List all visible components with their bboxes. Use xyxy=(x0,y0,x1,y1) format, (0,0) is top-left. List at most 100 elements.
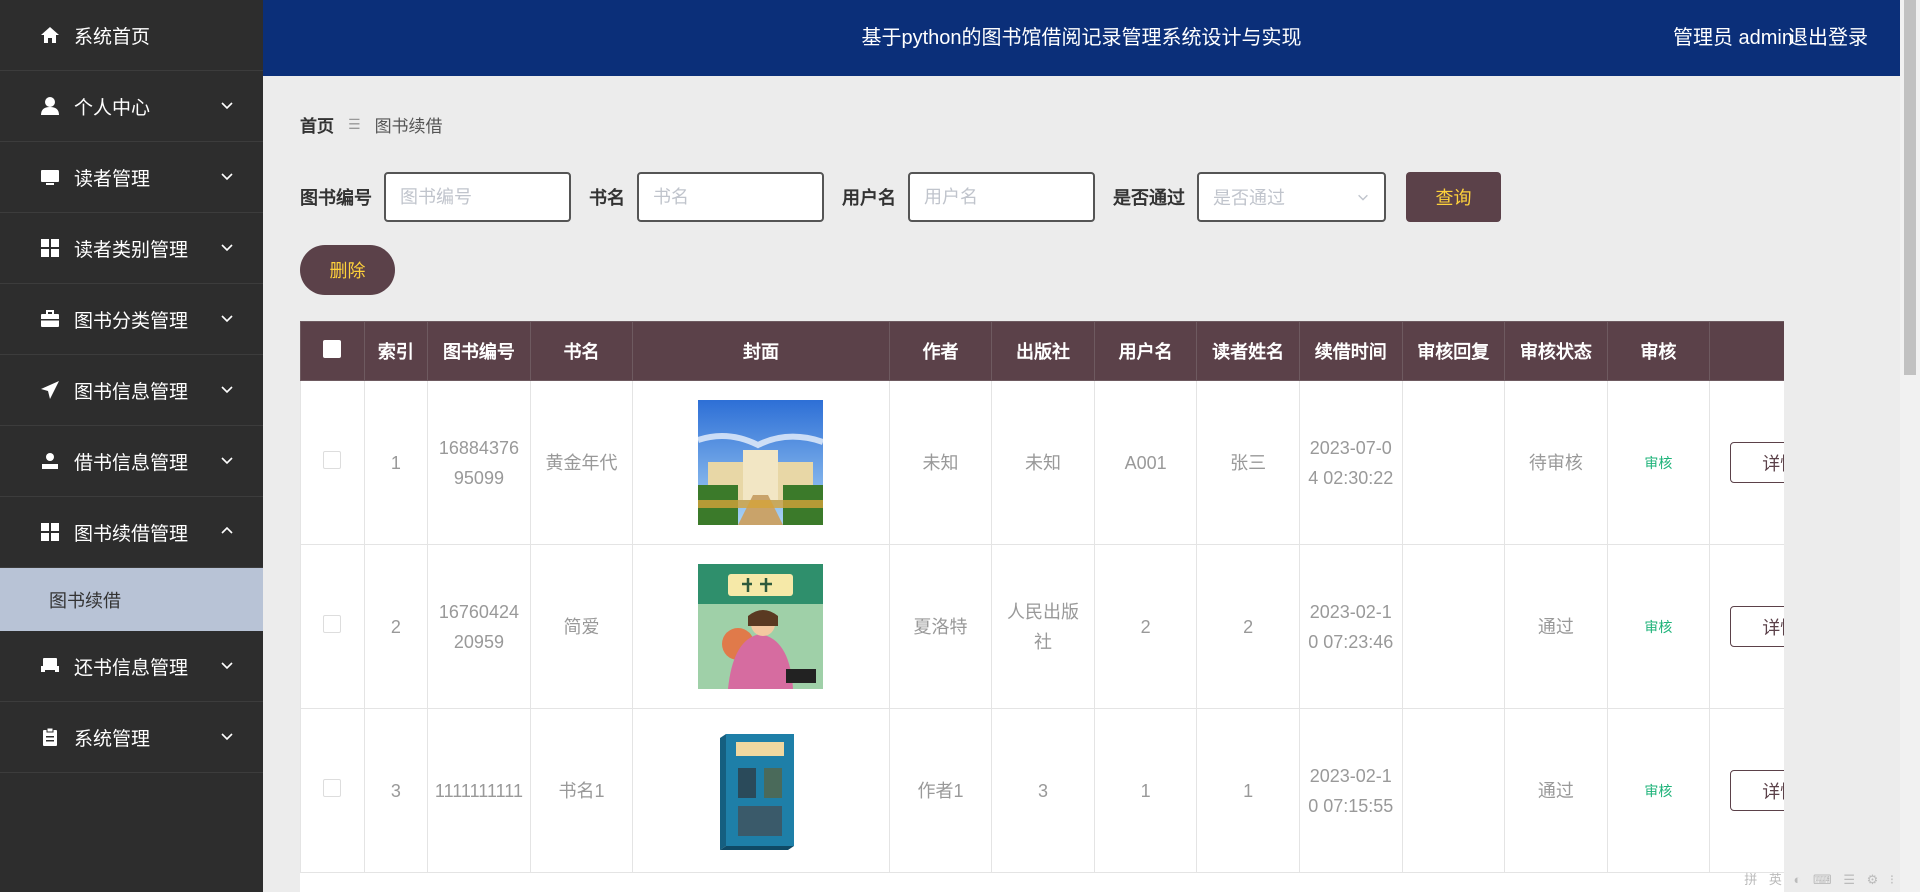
column-header: 作者 xyxy=(888,321,993,381)
monitor-icon xyxy=(40,167,60,187)
cell-reply xyxy=(1401,708,1506,873)
cell-author: 作者1 xyxy=(888,708,993,873)
cell-status: 待审核 xyxy=(1504,380,1608,545)
select-all-cell xyxy=(300,321,365,381)
sidebar-item-label: 系统首页 xyxy=(74,26,151,48)
breadcrumb-current: 图书续借 xyxy=(374,117,443,136)
cell-cover xyxy=(632,544,890,709)
scrollbar-thumb[interactable] xyxy=(1904,0,1916,375)
audit-link[interactable]: 审核 xyxy=(1644,619,1672,635)
detail-button[interactable]: 详情 xyxy=(1730,606,1784,647)
cell-book-name: 简爱 xyxy=(529,544,634,709)
book-cover-image xyxy=(698,728,824,853)
sidebar-item-personal[interactable]: 个人中心 xyxy=(0,71,263,142)
cell-reader-name: 张三 xyxy=(1196,380,1300,545)
column-header: 用户名 xyxy=(1093,321,1198,381)
passed-select-placeholder: 是否通过 xyxy=(1213,188,1285,208)
cell-status: 通过 xyxy=(1504,708,1608,873)
column-header: 读者姓名 xyxy=(1196,321,1300,381)
cell-index: 2 xyxy=(363,544,429,709)
cell-username: A001 xyxy=(1093,380,1198,545)
search-filters: 图书编号 书名 用户名 是否通过 是否通过 查询 xyxy=(300,172,1501,222)
user-icon xyxy=(40,96,60,116)
sidebar-item-renew-management[interactable]: 图书续借管理 xyxy=(0,497,263,568)
cell-renew-time: 2023-02-10 07:23:46 xyxy=(1298,544,1403,709)
logout-link[interactable]: 退出登录 xyxy=(1788,0,1868,76)
sidebar-item-return-info[interactable]: 还书信息管理 xyxy=(0,631,263,702)
sidebar-item-readers[interactable]: 读者管理 xyxy=(0,142,263,213)
chevron-up-icon xyxy=(221,526,233,534)
row-checkbox[interactable] xyxy=(323,450,342,469)
book-name-input[interactable] xyxy=(637,172,824,222)
sidebar-item-system[interactable]: 系统管理 xyxy=(0,702,263,773)
sidebar-item-reader-category[interactable]: 读者类别管理 xyxy=(0,213,263,284)
cell-cover xyxy=(632,380,890,545)
breadcrumb-home[interactable]: 首页 xyxy=(300,112,334,137)
chevron-down-icon xyxy=(221,102,233,110)
chevron-down-icon xyxy=(221,315,233,323)
column-header: 续借时间 xyxy=(1298,321,1403,381)
sidebar: 系统首页 个人中心 读者管理 读者类别管理 图书分类管理 图书信息管理 借书信息… xyxy=(0,0,263,892)
detail-button[interactable]: 详情 xyxy=(1730,770,1784,811)
column-header: 出版社 xyxy=(991,321,1095,381)
grid-icon xyxy=(40,522,60,542)
cell-reader-name: 1 xyxy=(1196,708,1300,873)
table-header-row: 索引 图书编号 书名 封面 作者 出版社 用户名 读者姓名 续借时间 审核回复 … xyxy=(300,321,1784,381)
sidebar-item-label: 图书信息管理 xyxy=(74,381,189,403)
audit-link[interactable]: 审核 xyxy=(1644,783,1672,799)
username-input[interactable] xyxy=(908,172,1095,222)
table-row: 3 1111111111 书名1 作者1 3 1 1 2023-02-10 07… xyxy=(300,708,1784,873)
sidebar-item-label: 系统管理 xyxy=(74,728,151,750)
book-no-input[interactable] xyxy=(384,172,571,222)
sidebar-item-label: 借书信息管理 xyxy=(74,452,189,474)
column-header: 索引 xyxy=(363,321,429,381)
current-user: 管理员 admin xyxy=(1672,27,1793,49)
delete-button[interactable]: 删除 xyxy=(300,245,395,295)
page-scrollbar[interactable] xyxy=(1900,0,1920,892)
person-icon xyxy=(40,451,60,471)
sidebar-item-home[interactable]: 系统首页 xyxy=(0,0,263,71)
send-icon xyxy=(40,380,60,400)
cell-username: 1 xyxy=(1093,708,1198,873)
table-row: 1 1688437695099 黄金年代 未知 未知 A001 张三 2023-… xyxy=(300,380,1784,545)
username-label: 用户名 xyxy=(842,188,896,208)
sidebar-subitem-renew[interactable]: 图书续借 xyxy=(0,568,263,631)
app-title: 基于python的图书馆借阅记录管理系统设计与实现 xyxy=(861,27,1302,49)
cell-publisher: 人民出版社 xyxy=(991,544,1095,709)
renew-table: 索引 图书编号 书名 封面 作者 出版社 用户名 读者姓名 续借时间 审核回复 … xyxy=(300,321,1784,892)
clipboard-icon xyxy=(40,727,60,747)
sidebar-item-book-info[interactable]: 图书信息管理 xyxy=(0,355,263,426)
sidebar-item-book-category[interactable]: 图书分类管理 xyxy=(0,284,263,355)
chevron-down-icon xyxy=(221,457,233,465)
book-cover-image xyxy=(698,564,824,689)
book-no-label: 图书编号 xyxy=(300,188,372,208)
query-button[interactable]: 查询 xyxy=(1406,172,1501,222)
cell-reader-name: 2 xyxy=(1196,544,1300,709)
cell-book-name: 黄金年代 xyxy=(529,380,634,545)
row-checkbox[interactable] xyxy=(323,614,342,633)
detail-button[interactable]: 详情 xyxy=(1730,442,1784,483)
chevron-down-icon xyxy=(221,733,233,741)
cell-author: 夏洛特 xyxy=(888,544,993,709)
column-header: 审核状态 xyxy=(1504,321,1608,381)
column-header: 审核回复 xyxy=(1401,321,1506,381)
cell-renew-time: 2023-07-04 02:30:22 xyxy=(1298,380,1403,545)
passed-select[interactable]: 是否通过 xyxy=(1197,172,1386,222)
briefcase-icon xyxy=(40,309,60,329)
select-all-checkbox[interactable] xyxy=(323,339,342,358)
grid-icon xyxy=(40,238,60,258)
sidebar-item-borrow-info[interactable]: 借书信息管理 xyxy=(0,426,263,497)
chevron-down-icon xyxy=(221,662,233,670)
chevron-down-icon xyxy=(221,244,233,252)
sidebar-item-label: 图书分类管理 xyxy=(74,310,189,332)
sidebar-item-label: 还书信息管理 xyxy=(74,657,189,679)
chevron-down-icon xyxy=(1358,194,1368,201)
cell-book-no: 1676042420959 xyxy=(427,544,531,709)
row-checkbox[interactable] xyxy=(323,778,342,797)
cell-cover xyxy=(632,708,890,873)
book-name-label: 书名 xyxy=(589,188,625,208)
audit-link[interactable]: 审核 xyxy=(1644,455,1672,471)
cell-book-no: 1688437695099 xyxy=(427,380,531,545)
breadcrumb-separator-icon: ☰ xyxy=(348,116,361,132)
ime-toolbar: 拼 英 ◐ ⌨ ☰ ⚙ ⁝ xyxy=(1744,872,1898,887)
